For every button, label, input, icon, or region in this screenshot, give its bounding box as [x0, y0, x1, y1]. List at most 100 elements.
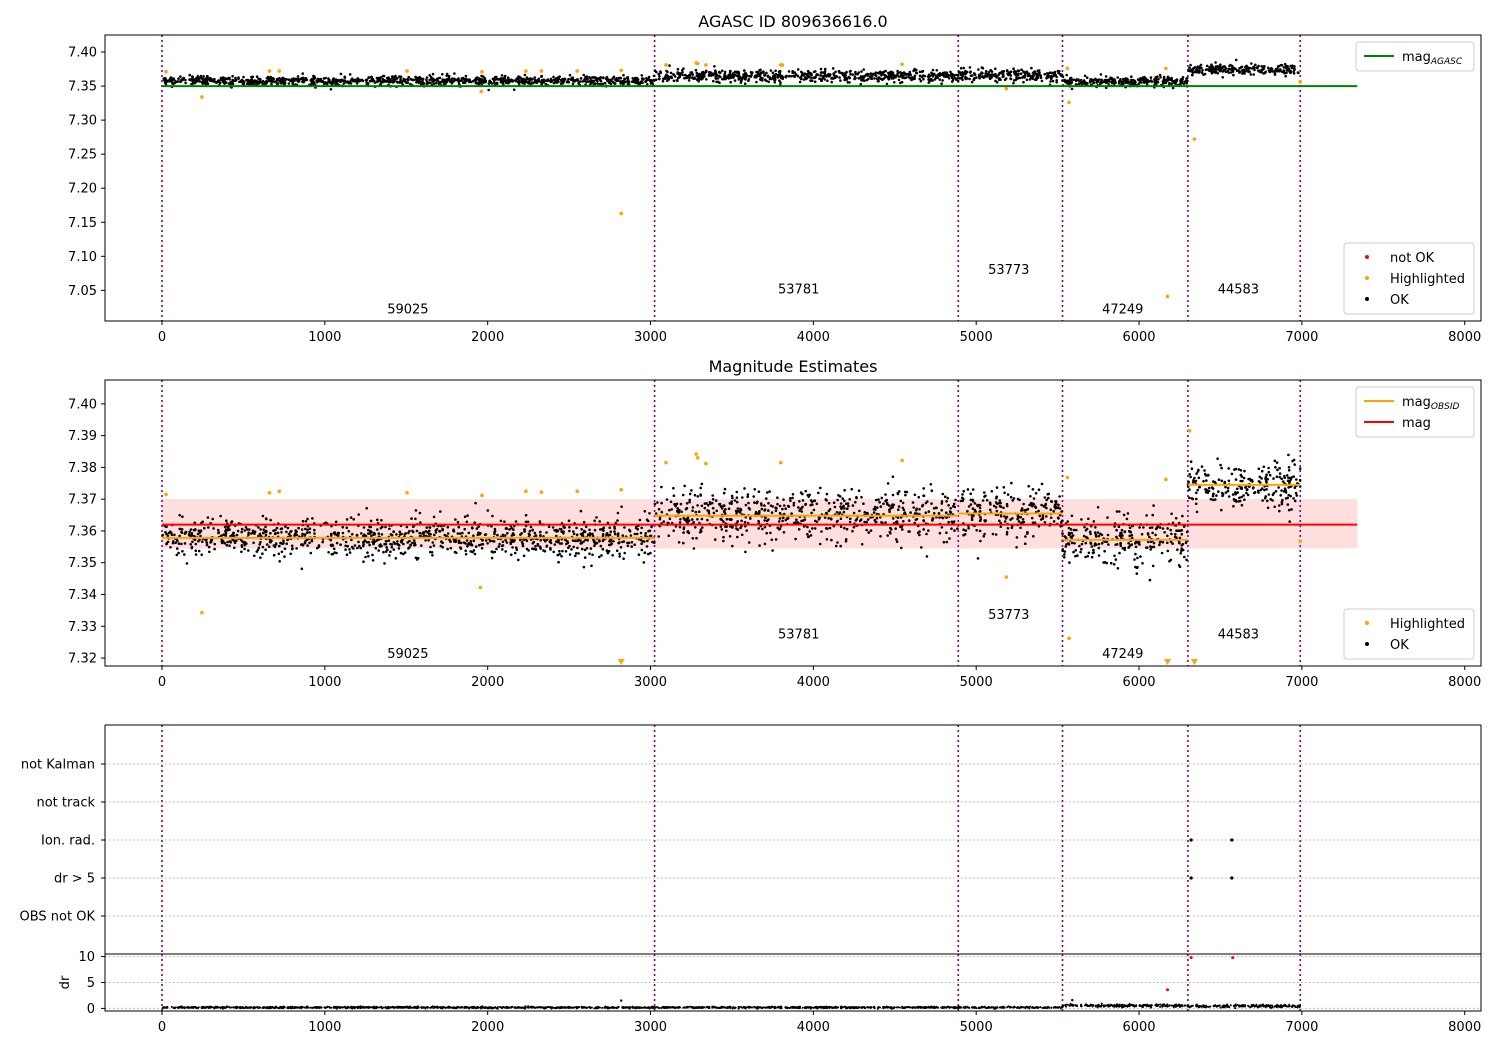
ok-point [683, 484, 686, 488]
ok-point [845, 502, 848, 506]
ok-point [376, 518, 379, 522]
ok-point [973, 73, 977, 77]
ok-point [1151, 531, 1154, 535]
ok-point [1120, 528, 1124, 532]
ok-point [874, 498, 878, 502]
ok-point [407, 76, 411, 79]
ok-point [896, 492, 900, 496]
ok-point [910, 76, 914, 79]
ok-point [1227, 467, 1230, 470]
ok-point [406, 541, 410, 544]
ok-point [365, 506, 369, 510]
ok-point [841, 497, 844, 500]
ok-point [1049, 516, 1053, 519]
ok-point [618, 555, 621, 558]
ok-point [1123, 548, 1127, 552]
ok-point [281, 76, 284, 80]
ok-point [895, 538, 898, 541]
ok-point [1048, 71, 1052, 74]
ok-point [1283, 62, 1287, 66]
ok-point [1124, 80, 1128, 83]
ok-point [1092, 551, 1095, 554]
ok-point [687, 519, 691, 522]
chart-title: Magnitude Estimates [709, 357, 878, 376]
ok-point [1097, 534, 1101, 538]
ok-point [238, 80, 241, 84]
ok-point [1203, 469, 1206, 472]
ok-point [257, 81, 261, 84]
ok-point [696, 495, 700, 498]
ok-point [1277, 65, 1280, 68]
ok-point [181, 515, 184, 518]
ok-point [605, 75, 609, 79]
ok-point [735, 70, 739, 74]
ok-point [786, 504, 790, 508]
ok-point [710, 74, 713, 77]
ok-point [469, 550, 473, 553]
ok-point [1040, 482, 1044, 486]
ok-point [1107, 543, 1110, 546]
ok-point [967, 526, 970, 530]
ok-point [864, 73, 868, 77]
ok-point [184, 81, 187, 85]
ok-point [513, 551, 517, 555]
flag-category-label: OBS not OK [20, 910, 96, 925]
y-tick-label: 7.33 [68, 620, 97, 635]
ok-point [1216, 65, 1219, 68]
ok-point [678, 508, 681, 512]
ok-point [1188, 66, 1191, 69]
highlighted-point [1187, 429, 1192, 433]
ok-point [773, 81, 777, 84]
ok-point [341, 531, 345, 535]
ok-point [990, 490, 994, 493]
ok-point [1017, 69, 1021, 73]
ok-point [857, 489, 861, 493]
ok-point [684, 73, 687, 77]
ok-point [770, 538, 774, 542]
ok-point [722, 77, 725, 81]
ok-point [1275, 461, 1279, 464]
ok-point [581, 80, 585, 83]
ok-point [714, 526, 718, 530]
ok-point [688, 73, 692, 77]
ok-point [1049, 508, 1053, 512]
ok-point [611, 80, 615, 84]
ok-point [190, 78, 193, 81]
ok-point [894, 520, 898, 524]
ok-point [380, 81, 383, 84]
ok-point [1126, 512, 1130, 515]
ok-point [495, 547, 498, 551]
ok-point [228, 544, 231, 547]
ok-point [179, 75, 182, 78]
ok-point [678, 525, 682, 529]
ok-point [661, 79, 665, 83]
ok-point [520, 532, 523, 535]
ok-point [970, 518, 974, 522]
ok-point [575, 526, 578, 530]
highlighted-point [1165, 294, 1170, 299]
ok-point [581, 534, 585, 538]
ok-point [231, 78, 234, 82]
ok-point [206, 516, 210, 519]
ok-point [1151, 564, 1155, 568]
ok-point [428, 550, 432, 554]
ok-point [1239, 479, 1242, 483]
ok-point [1090, 555, 1094, 559]
ok-point [1296, 71, 1300, 74]
ok-point [271, 76, 275, 80]
ok-point [1137, 542, 1140, 545]
ok-point [921, 503, 925, 507]
ok-point [599, 76, 602, 79]
ok-point [757, 527, 760, 530]
ok-point [228, 528, 231, 531]
ok-point [355, 534, 359, 537]
ok-point [1138, 526, 1141, 529]
ok-point [467, 78, 471, 81]
ok-point [1086, 554, 1090, 558]
ok-point [969, 74, 973, 77]
ok-point [584, 525, 588, 529]
ok-point [1197, 476, 1201, 480]
ok-point [591, 79, 594, 83]
ok-point [329, 88, 333, 91]
ok-point [1181, 542, 1185, 546]
